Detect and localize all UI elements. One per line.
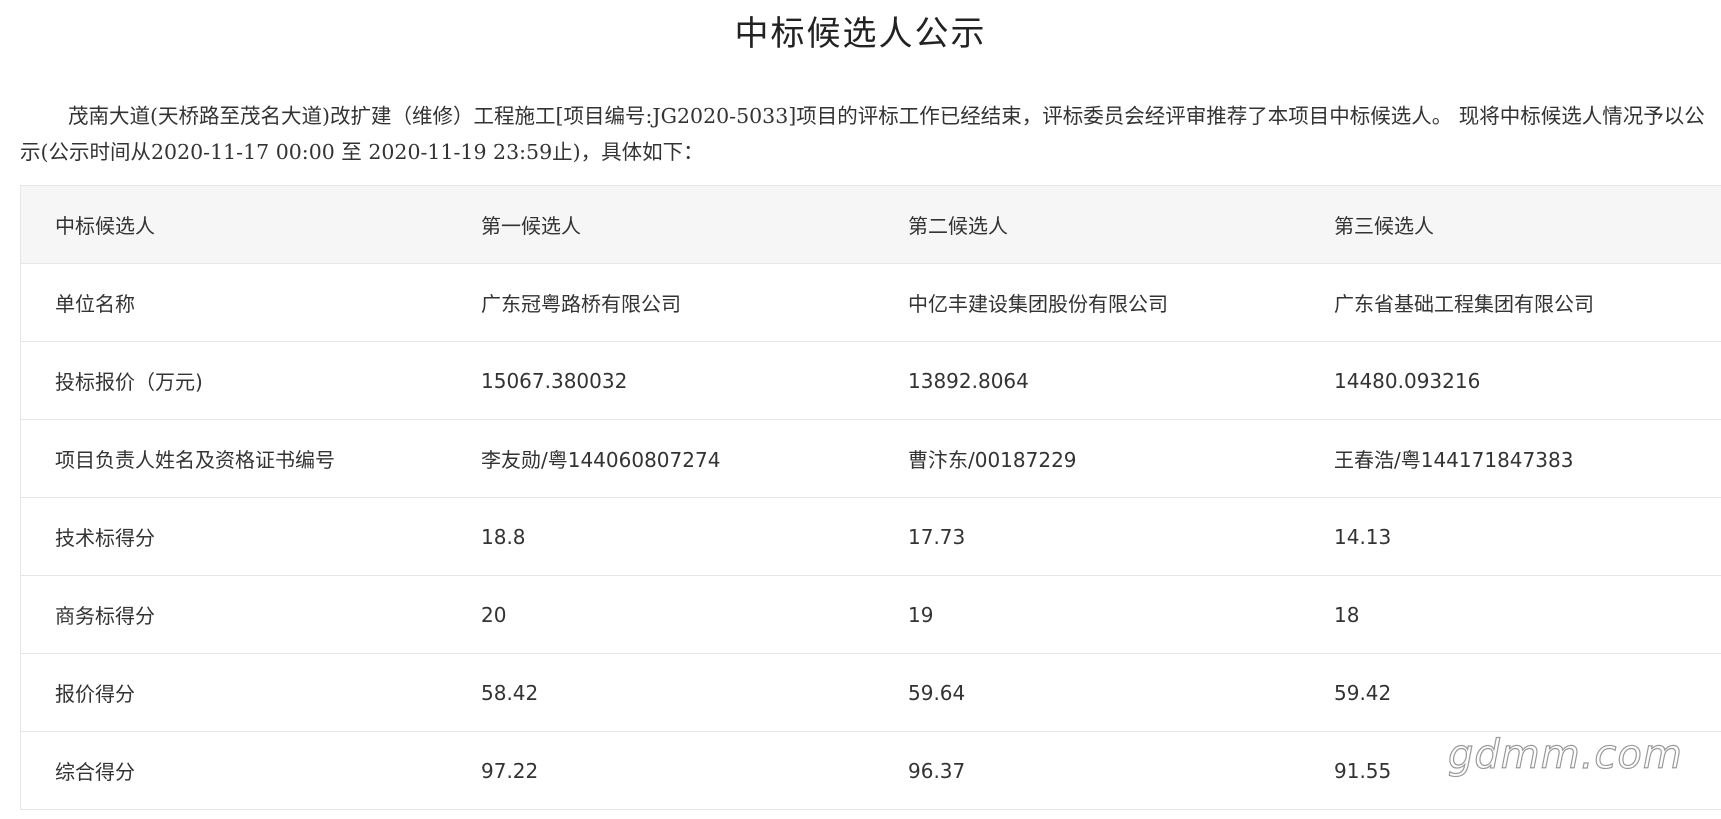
header-cell-label: 中标候选人: [55, 214, 155, 238]
row-label: 技术标得分: [55, 526, 155, 550]
table-cell: 14480.093216: [1334, 368, 1481, 393]
table-cell: 59.64: [908, 680, 966, 705]
table-cell: 14.13: [1334, 524, 1392, 549]
table-cell: 13892.8064: [908, 368, 1029, 393]
header-cell-first-candidate: 第一候选人: [481, 214, 581, 238]
table-cell: 59.42: [1334, 680, 1392, 705]
table-cell: 广东冠粤路桥有限公司: [481, 292, 681, 316]
table-cell: 58.42: [481, 680, 539, 705]
table-row-technical-score: 技术标得分 18.8 17.73 14.13: [21, 498, 1721, 576]
table-header-row: 中标候选人 第一候选人 第二候选人 第三候选人: [21, 186, 1721, 264]
header-cell-second-candidate: 第二候选人: [908, 214, 1008, 238]
row-label: 投标报价（万元): [55, 370, 203, 394]
table-cell: 20: [481, 602, 507, 627]
page-title: 中标候选人公示: [734, 14, 987, 54]
table-cell: 曹汴东/00187229: [908, 448, 1077, 472]
header-cell-third-candidate: 第三候选人: [1334, 214, 1434, 238]
row-label: 项目负责人姓名及资格证书编号: [55, 448, 335, 472]
table-cell: 19: [908, 602, 934, 627]
table-cell: 17.73: [908, 524, 966, 549]
table-row-project-manager: 项目负责人姓名及资格证书编号 李友勋/粤144060807274 曹汴东/001…: [21, 420, 1721, 498]
table-cell: 中亿丰建设集团股份有限公司: [908, 292, 1168, 316]
table-row-company-name: 单位名称 广东冠粤路桥有限公司 中亿丰建设集团股份有限公司 广东省基础工程集团有…: [21, 264, 1721, 342]
row-label: 报价得分: [55, 682, 135, 706]
table-cell: 李友勋/粤144060807274: [481, 448, 721, 472]
table-cell: 18: [1334, 602, 1360, 627]
table-cell: 18.8: [481, 524, 526, 549]
table-cell: 97.22: [481, 758, 539, 783]
row-label: 综合得分: [55, 760, 135, 784]
candidates-table: 中标候选人 第一候选人 第二候选人 第三候选人 单位名称 广东冠粤路桥有限公司 …: [20, 185, 1721, 810]
intro-paragraph: 茂南大道(天桥路至茂名大道)改扩建（维修）工程施工[项目编号:JG2020-50…: [20, 104, 1705, 164]
row-label: 商务标得分: [55, 604, 155, 628]
table-row-bid-price: 投标报价（万元) 15067.380032 13892.8064 14480.0…: [21, 342, 1721, 420]
table-cell: 王春浩/粤144171847383: [1334, 448, 1574, 472]
table-row-price-score: 报价得分 58.42 59.64 59.42: [21, 654, 1721, 732]
table-row-business-score: 商务标得分 20 19 18: [21, 576, 1721, 654]
table-cell: 96.37: [908, 758, 966, 783]
site-watermark: gdmm.com: [1447, 731, 1683, 778]
row-label: 单位名称: [55, 292, 135, 316]
table-cell: 15067.380032: [481, 368, 628, 393]
table-cell: 广东省基础工程集团有限公司: [1334, 292, 1594, 316]
